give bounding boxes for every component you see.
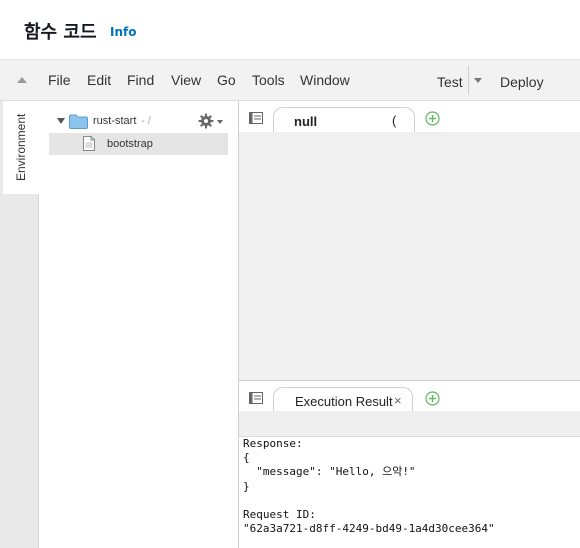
file-icon bbox=[83, 136, 95, 151]
execution-result-tab[interactable]: Execution Result × bbox=[273, 387, 413, 412]
folder-name[interactable]: rust-start bbox=[93, 115, 136, 127]
test-dropdown-icon[interactable] bbox=[474, 78, 482, 83]
editor-content[interactable] bbox=[239, 132, 580, 380]
result-line: Request ID: bbox=[243, 508, 316, 521]
file-tree-panel: rust-start - / bootstrap bbox=[39, 101, 238, 548]
folder-icon bbox=[69, 114, 88, 129]
environment-tab[interactable]: Environment bbox=[3, 101, 39, 194]
menu-find[interactable]: Find bbox=[127, 72, 154, 88]
test-button[interactable]: Test bbox=[437, 74, 463, 90]
result-line: "62a3a721-d8ff-4249-bd49-1a4d30cee364" bbox=[243, 522, 495, 536]
menu-file[interactable]: File bbox=[48, 72, 71, 88]
page-title: 함수 코드 bbox=[24, 22, 97, 43]
menu-tools[interactable]: Tools bbox=[252, 72, 285, 88]
loading-spinner-icon: ( bbox=[392, 113, 397, 128]
ide-menubar: File Edit Find View Go Tools Window Test… bbox=[0, 60, 580, 101]
file-name: bootstrap bbox=[107, 138, 153, 150]
tab-menu-icon[interactable] bbox=[249, 112, 263, 124]
result-text: Response:{ "message": "Hello, 으악!"} Reque… bbox=[243, 437, 495, 536]
tab-menu-icon[interactable] bbox=[249, 392, 263, 404]
page-header: 함수 코드 Info bbox=[0, 0, 580, 60]
expand-caret-icon[interactable] bbox=[57, 118, 65, 124]
result-tabbar: Execution Result × bbox=[239, 380, 580, 412]
caret-up-icon[interactable] bbox=[17, 77, 27, 83]
result-line: "message": "Hello, 으악!" bbox=[243, 465, 416, 479]
folder-path: - / bbox=[141, 115, 151, 127]
info-link[interactable]: Info bbox=[110, 25, 136, 39]
menu-window[interactable]: Window bbox=[300, 72, 350, 88]
menu-go[interactable]: Go bbox=[217, 72, 236, 88]
result-line bbox=[243, 494, 495, 508]
file-row[interactable]: bootstrap bbox=[49, 133, 228, 155]
close-icon[interactable]: × bbox=[394, 393, 402, 408]
gear-dropdown-icon[interactable] bbox=[217, 120, 223, 124]
editor-tab[interactable]: null ( bbox=[273, 107, 415, 132]
environment-tab-label: Environment bbox=[14, 113, 28, 182]
result-toolbar-strip bbox=[239, 411, 580, 437]
deploy-button[interactable]: Deploy bbox=[500, 74, 544, 90]
add-tab-icon[interactable] bbox=[425, 391, 440, 406]
menu-edit[interactable]: Edit bbox=[87, 72, 111, 88]
menu-view[interactable]: View bbox=[171, 72, 201, 88]
result-line: { bbox=[243, 451, 250, 465]
result-line: } bbox=[243, 479, 250, 493]
editor-tab-label: null bbox=[294, 114, 318, 129]
add-tab-icon[interactable] bbox=[425, 111, 440, 126]
gear-icon[interactable] bbox=[198, 113, 214, 129]
editor-tabbar: null ( bbox=[239, 101, 580, 132]
execution-result-tab-label: Execution Result bbox=[295, 394, 393, 409]
test-split-divider bbox=[468, 66, 469, 95]
result-line: Response: bbox=[243, 437, 303, 450]
execution-result-output: Response:{ "message": "Hello, 으악!"} Reque… bbox=[239, 437, 580, 548]
